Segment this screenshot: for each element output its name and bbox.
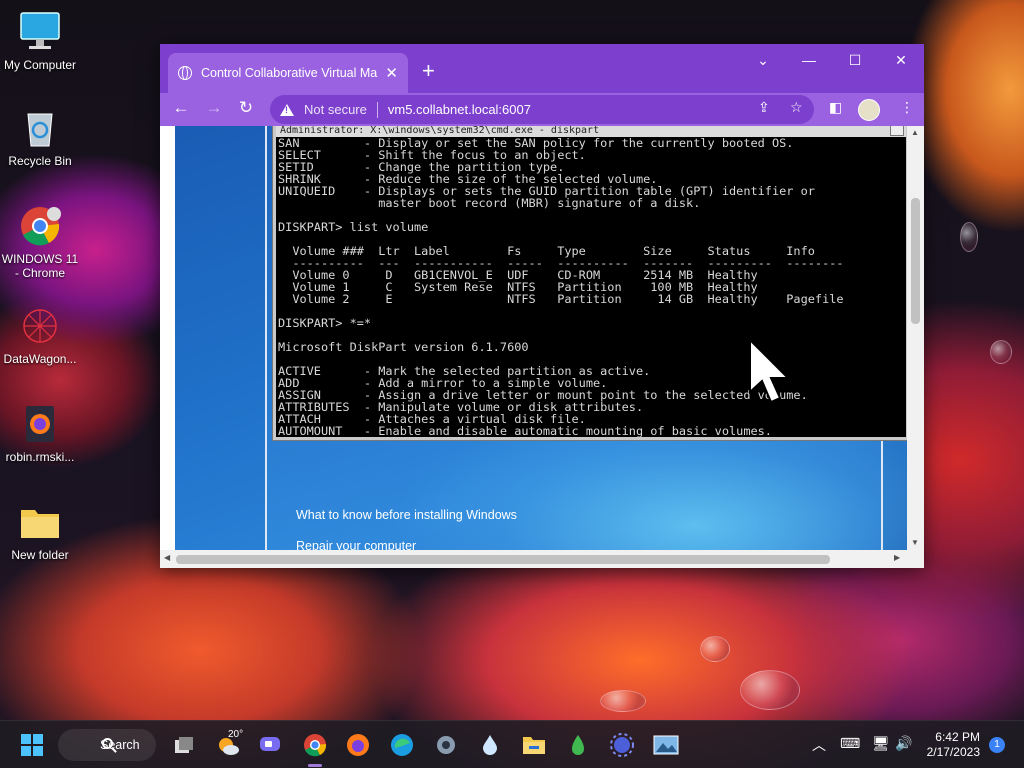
wallpaper-droplet (740, 670, 800, 710)
folder-icon (18, 500, 62, 544)
security-label[interactable]: Not secure (304, 102, 367, 117)
share-icon[interactable]: ⇪ (758, 99, 770, 116)
desktop-icon-recycle-bin[interactable]: Recycle Bin (0, 106, 80, 168)
task-view-icon[interactable] (170, 731, 198, 759)
edge-icon[interactable] (388, 731, 416, 759)
scroll-down-arrow-icon[interactable]: ▼ (911, 538, 919, 547)
settings-icon[interactable] (432, 731, 460, 759)
notification-badge[interactable]: 1 (989, 737, 1005, 753)
keyboard-icon[interactable]: ⌨ (840, 735, 860, 752)
tab-close-icon[interactable]: ✕ (385, 64, 398, 82)
address-separator (376, 101, 378, 118)
firefox-file-icon (18, 402, 62, 446)
clock-date: 2/17/2023 (926, 745, 980, 759)
cmd-line: DISKPART> *=* (278, 316, 372, 330)
back-button[interactable]: ← (170, 98, 192, 118)
wallpaper-droplet (600, 690, 646, 712)
show-hidden-icons-chevron-icon[interactable]: ︿ (812, 735, 826, 755)
cmd-line: Microsoft DiskPart version 6.1.7600 (278, 340, 529, 354)
side-panel-icon[interactable]: ◧ (829, 99, 842, 116)
desktop-icon-new-folder[interactable]: New folder (0, 500, 80, 562)
mouse-cursor-icon (749, 338, 791, 404)
tab-search-button[interactable]: ⌄ (748, 52, 778, 69)
horizontal-scrollbar[interactable]: ◀ ▶ (160, 550, 924, 568)
search-icon (102, 738, 113, 749)
active-app-indicator (308, 764, 322, 767)
cmd-line (278, 305, 906, 317)
desktop-icon-chrome[interactable]: WINDOWS 11 - Chrome (0, 204, 80, 280)
cmd-title-bar: Administrator: X:\windows\system32\cmd.e… (276, 126, 906, 137)
wallpaper-droplet (990, 340, 1012, 364)
vertical-scroll-thumb[interactable] (911, 198, 920, 324)
windows-start-icon[interactable] (18, 731, 46, 759)
reload-button[interactable]: ↻ (235, 98, 257, 118)
menu-kebab-icon[interactable]: ⋮ (900, 99, 914, 116)
cmd-line: AUTOMOUNT - Enable and disable automatic… (278, 424, 772, 437)
desktop-icon-label: My Computer (3, 58, 77, 72)
cmd-line: master boot record (MBR) signature of a … (278, 196, 701, 210)
forward-button[interactable]: → (203, 98, 225, 118)
vm-left-margin (160, 126, 175, 550)
scroll-right-arrow-icon[interactable]: ▶ (894, 553, 900, 562)
cmd-line: DISKPART> list volume (278, 220, 429, 234)
chat-icon[interactable] (256, 731, 284, 759)
droplet-icon[interactable] (476, 731, 504, 759)
desktop-icon-datawagon[interactable]: DataWagon... (0, 304, 80, 366)
tab-active[interactable]: Control Collaborative Virtual Ma ✕ (168, 53, 408, 93)
photos-icon[interactable] (652, 731, 680, 759)
clock-time: 6:42 PM (935, 730, 980, 744)
gear-burst-icon[interactable] (608, 731, 636, 759)
maximize-button[interactable]: ☐ (840, 52, 870, 69)
url-text[interactable]: vm5.collabnet.local:6007 (388, 102, 531, 117)
horizontal-scroll-thumb[interactable] (176, 555, 830, 564)
tab-strip: Control Collaborative Virtual Ma ✕ + ⌄ —… (160, 44, 924, 93)
bookmark-star-icon[interactable]: ☆ (790, 99, 803, 116)
browser-window: Control Collaborative Virtual Ma ✕ + ⌄ —… (160, 44, 924, 568)
vm-viewport[interactable]: What to know before installing Windows R… (160, 126, 924, 568)
not-secure-warning-icon (280, 103, 294, 116)
browser-toolbar: ← → ↻ Not secure vm5.collabnet.local:600… (160, 93, 924, 126)
taskbar: Search 20° ︿ ⌨ 🖥 🔊 6:42 PM 2/17/2023 1 (0, 720, 1024, 768)
profile-avatar[interactable] (858, 99, 880, 121)
setup-link-what-to-know[interactable]: What to know before installing Windows (296, 508, 517, 522)
address-bar[interactable]: Not secure vm5.collabnet.local:6007 (270, 95, 814, 124)
taskbar-search[interactable]: Search (58, 729, 156, 761)
desktop-icon-label: robin.rmski... (5, 450, 75, 464)
datawagon-icon (18, 304, 62, 348)
minimize-button[interactable]: — (794, 52, 824, 68)
wallpaper-droplet (960, 222, 978, 252)
cmd-line: Volume 2 E NTFS Partition 14 GB Healthy … (278, 292, 844, 306)
new-tab-button[interactable]: + (422, 58, 435, 84)
desktop-icon-label: WINDOWS 11 - Chrome (1, 252, 79, 280)
desktop-icon-label: Recycle Bin (8, 154, 72, 168)
desktop-icon-my-computer[interactable]: My Computer (0, 10, 80, 72)
file-explorer-icon[interactable] (520, 731, 548, 759)
firefox-icon[interactable] (344, 731, 372, 759)
network-icon[interactable]: 🖥 (872, 735, 890, 752)
cmd-output: SAN - Display or set the SAN policy for … (276, 137, 906, 437)
desktop-icon-robin-file[interactable]: robin.rmski... (0, 402, 80, 464)
desktop-icon-label: New folder (11, 548, 69, 562)
chrome-icon[interactable] (301, 731, 329, 759)
tab-title: Control Collaborative Virtual Ma (201, 66, 378, 80)
cmd-title: Administrator: X:\windows\system32\cmd.e… (280, 126, 600, 136)
weather-temperature: 20° (228, 729, 244, 740)
globe-icon (178, 66, 192, 80)
chrome-icon (18, 204, 62, 248)
scroll-left-arrow-icon[interactable]: ◀ (164, 553, 170, 562)
volume-icon[interactable]: 🔊 (895, 735, 912, 752)
cmd-window[interactable]: Administrator: X:\windows\system32\cmd.e… (273, 126, 909, 440)
vertical-scrollbar[interactable]: ▲ ▼ (907, 126, 924, 550)
system-clock[interactable]: 6:42 PM 2/17/2023 (918, 730, 980, 760)
recycle-bin-icon (18, 106, 62, 150)
leaf-icon[interactable] (564, 731, 592, 759)
wallpaper-droplet (700, 636, 730, 662)
cmd-window-button[interactable] (890, 126, 904, 136)
desktop-icon-label: DataWagon... (3, 352, 77, 366)
scroll-up-arrow-icon[interactable]: ▲ (911, 128, 919, 137)
monitor-icon (18, 10, 62, 54)
close-window-button[interactable]: ✕ (886, 52, 916, 69)
